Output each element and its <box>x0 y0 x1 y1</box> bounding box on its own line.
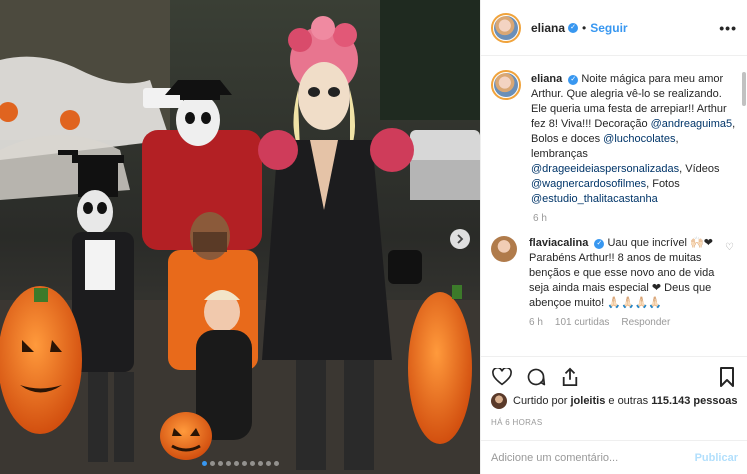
carousel-dot <box>225 461 231 466</box>
post-photo[interactable] <box>0 0 480 474</box>
add-comment-bar: Publicar <box>481 440 747 474</box>
likes-middle: e outras <box>608 395 649 407</box>
publish-button[interactable]: Publicar <box>695 452 738 464</box>
carousel-dot <box>273 461 279 466</box>
comment-input[interactable] <box>491 451 695 464</box>
caption-time: 6 h <box>533 213 547 224</box>
comment: flaviacalina ✓ Uau que incrível 🙌🏻❤ Para… <box>491 236 738 311</box>
post-header: eliana ✓ • Seguir ••• <box>481 0 747 56</box>
carousel-dot <box>265 461 271 466</box>
mention-link[interactable]: @estudio_thalitacastanha <box>531 193 658 205</box>
comment-bubble-icon[interactable] <box>525 366 547 388</box>
mention-link[interactable]: @drageeideiaspersonalizadas <box>531 163 679 175</box>
comment-text: flaviacalina ✓ Uau que incrível 🙌🏻❤ Para… <box>529 236 719 311</box>
chevron-right-icon <box>457 234 464 244</box>
carousel-indicator <box>0 461 480 466</box>
header-separator: • <box>582 20 587 35</box>
caption-username[interactable]: eliana <box>531 73 562 85</box>
liker-username[interactable]: joleitis <box>570 395 605 407</box>
mention-link[interactable]: @wagnercardosofilmes <box>531 178 646 190</box>
carousel-dot <box>249 461 255 466</box>
action-bar <box>481 356 747 396</box>
verified-icon: ✓ <box>594 239 605 249</box>
likes-count[interactable]: 115.143 pessoas <box>651 395 737 407</box>
liker-avatar[interactable] <box>491 393 507 409</box>
likes-summary: Curtido por joleitis e outras 115.143 pe… <box>491 393 737 409</box>
comments-scrollbar[interactable] <box>742 72 746 106</box>
follow-button[interactable]: Seguir <box>590 21 627 35</box>
mention-link[interactable]: @andreaguima5 <box>651 118 733 130</box>
verified-icon: ✓ <box>568 75 579 85</box>
comment-username[interactable]: flaviacalina <box>529 237 588 249</box>
share-icon[interactable] <box>559 366 581 388</box>
comment-meta: 6 h 101 curtidas Responder <box>529 317 738 328</box>
caption-body: , Fotos <box>646 178 680 190</box>
mention-link[interactable]: @luchocolates <box>603 133 675 145</box>
reply-button[interactable]: Responder <box>621 317 670 328</box>
comment-likes[interactable]: 101 curtidas <box>555 317 609 328</box>
comment-time: 6 h <box>529 317 543 328</box>
carousel-dot <box>241 461 247 466</box>
likes-prefix: Curtido por <box>513 395 568 407</box>
profile-avatar[interactable] <box>491 12 521 43</box>
caption-body: , Vídeos <box>679 163 720 175</box>
like-comment-heart-icon[interactable]: ♡ <box>725 242 734 311</box>
carousel-dot <box>233 461 239 466</box>
caption-text: eliana ✓ Noite mágica para meu amor Arth… <box>531 72 738 207</box>
carousel-dot <box>201 461 207 466</box>
caption: eliana ✓ Noite mágica para meu amor Arth… <box>491 70 738 207</box>
comments-area[interactable]: eliana ✓ Noite mágica para meu amor Arth… <box>481 56 747 356</box>
comment-avatar[interactable] <box>491 236 517 262</box>
like-heart-icon[interactable] <box>491 366 513 388</box>
more-options-icon[interactable]: ••• <box>719 20 737 36</box>
carousel-dot <box>209 461 215 466</box>
header-username[interactable]: eliana <box>531 21 565 35</box>
post-side-panel: eliana ✓ • Seguir ••• eliana ✓ Noite mág… <box>480 0 747 474</box>
halloween-family-photo <box>0 0 480 474</box>
carousel-dot <box>217 461 223 466</box>
bookmark-icon[interactable] <box>716 366 738 388</box>
post-timestamp: HÁ 6 HORAS <box>491 418 543 427</box>
carousel-next-button[interactable] <box>450 229 470 249</box>
verified-icon: ✓ <box>568 22 579 33</box>
carousel-dot <box>257 461 263 466</box>
caption-avatar[interactable] <box>491 70 521 100</box>
